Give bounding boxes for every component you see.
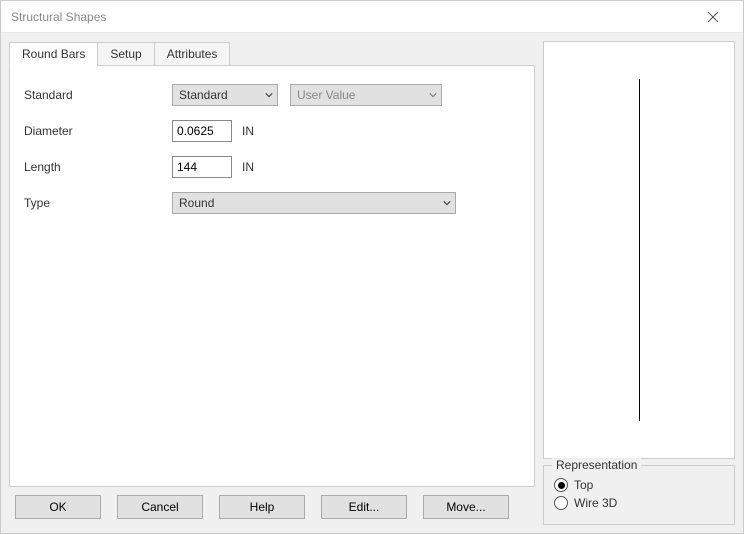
type-dropdown[interactable]: Round (172, 192, 456, 214)
chevron-down-icon (443, 196, 451, 210)
radio-label: Wire 3D (574, 496, 617, 510)
titlebar: Structural Shapes (1, 1, 743, 33)
tab-label: Round Bars (22, 47, 85, 61)
move-button[interactable]: Move... (423, 495, 509, 519)
tab-attributes[interactable]: Attributes (154, 42, 231, 66)
chevron-down-icon (429, 88, 437, 102)
radio-label: Top (574, 478, 593, 492)
type-label: Type (24, 196, 172, 210)
row-diameter: Diameter IN (24, 120, 520, 142)
row-standard: Standard Standard User Value (24, 84, 520, 106)
dropdown-value: User Value (297, 88, 355, 102)
radio-icon (554, 478, 568, 492)
chevron-down-icon (265, 88, 273, 102)
dropdown-value: Standard (179, 88, 228, 102)
diameter-input[interactable] (172, 120, 232, 142)
representation-legend: Representation (552, 458, 641, 472)
edit-button[interactable]: Edit... (321, 495, 407, 519)
standard-label: Standard (24, 88, 172, 102)
tab-label: Setup (110, 47, 141, 61)
left-column: Round Bars Setup Attributes Standard Sta… (9, 41, 535, 525)
preview-shape (639, 79, 640, 420)
help-button[interactable]: Help (219, 495, 305, 519)
standard-dropdown[interactable]: Standard (172, 84, 278, 106)
representation-group: Representation Top Wire 3D (543, 465, 735, 525)
button-row: OK Cancel Help Edit... Move... (9, 487, 535, 525)
tab-round-bars[interactable]: Round Bars (9, 42, 98, 66)
row-length: Length IN (24, 156, 520, 178)
diameter-label: Diameter (24, 124, 172, 138)
user-value-dropdown[interactable]: User Value (290, 84, 442, 106)
close-button[interactable] (693, 2, 733, 32)
radio-wire3d[interactable]: Wire 3D (554, 496, 724, 510)
right-column: Representation Top Wire 3D (543, 41, 735, 525)
tab-label: Attributes (167, 47, 218, 61)
window-title: Structural Shapes (11, 10, 693, 24)
length-label: Length (24, 160, 172, 174)
ok-button[interactable]: OK (15, 495, 101, 519)
dialog-window: Structural Shapes Round Bars Setup Attri… (0, 0, 744, 534)
preview-pane (543, 41, 735, 459)
tab-panel: Standard Standard User Value Diameter IN (9, 65, 535, 487)
content-area: Round Bars Setup Attributes Standard Sta… (1, 33, 743, 533)
cancel-button[interactable]: Cancel (117, 495, 203, 519)
radio-top[interactable]: Top (554, 478, 724, 492)
dropdown-value: Round (179, 196, 214, 210)
row-type: Type Round (24, 192, 520, 214)
close-icon (708, 12, 718, 22)
length-unit: IN (242, 160, 254, 174)
radio-icon (554, 496, 568, 510)
length-input[interactable] (172, 156, 232, 178)
tab-strip: Round Bars Setup Attributes (9, 42, 535, 66)
diameter-unit: IN (242, 124, 254, 138)
tab-setup[interactable]: Setup (97, 42, 154, 66)
